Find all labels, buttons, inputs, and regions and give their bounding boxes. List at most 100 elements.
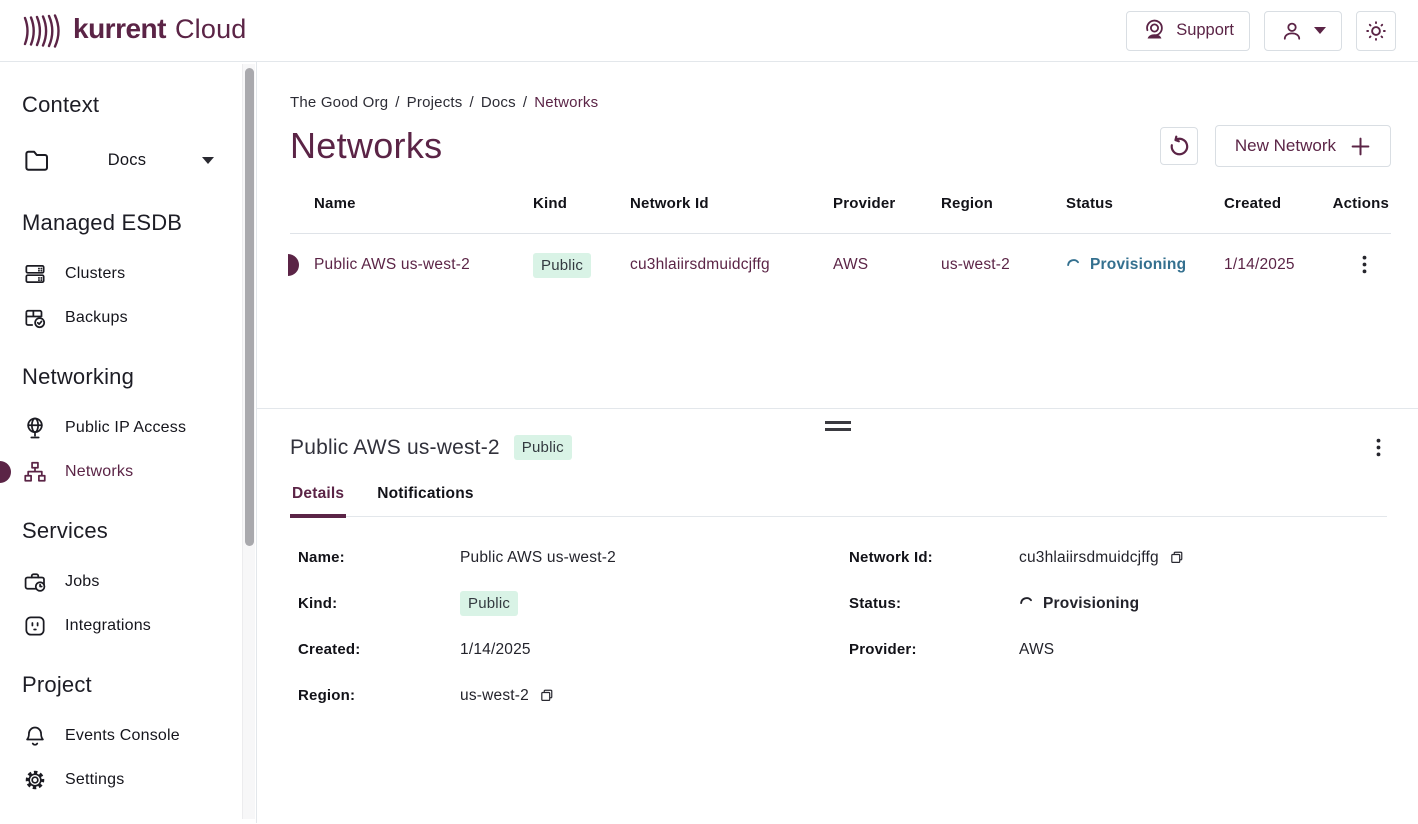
topbar-actions: Support [1126,11,1396,51]
folder-icon [22,145,52,175]
support-icon [1142,19,1166,43]
sidebar-item-networks[interactable]: Networks [22,450,230,494]
page-title: Networks [290,125,442,167]
copy-icon [539,688,554,703]
breadcrumb-separator: / [395,94,399,111]
column-header-name: Name [314,195,533,212]
top-header: kurrent Cloud Support [0,0,1418,62]
field-value-created: 1/14/2025 [460,641,531,659]
sidebar-item-label: Backups [65,309,128,327]
gear-icon [22,767,48,793]
backups-icon [22,305,48,331]
field-label-region: Region: [298,687,460,704]
row-actions-menu-button[interactable] [1356,251,1373,278]
field-kind-badge: Public [460,591,518,616]
sidebar-scrollbar-track[interactable] [242,64,255,819]
breadcrumb-separator: / [469,94,473,111]
cell-network-id: cu3hlaiirsdmuidcjffg [630,256,833,274]
selected-row-indicator [288,254,299,276]
breadcrumb-org[interactable]: The Good Org [290,94,388,111]
detail-title: Public AWS us-west-2 [290,436,500,460]
field-label-provider: Provider: [849,641,1019,658]
sidebar-item-label: Integrations [65,617,151,635]
tab-notifications[interactable]: Notifications [375,485,475,516]
sidebar-item-label: Public IP Access [65,419,186,437]
active-item-indicator [0,461,11,483]
sidebar-item-backups[interactable]: Backups [22,296,230,340]
column-header-provider: Provider [833,195,941,212]
kind-badge: Public [533,253,591,278]
copy-region-button[interactable] [538,687,555,704]
breadcrumb-current: Networks [534,94,598,111]
field-label-created: Created: [298,641,460,658]
spinner-icon [1019,596,1034,611]
sidebar-item-label: Jobs [65,573,100,591]
detail-actions-menu-button[interactable] [1370,434,1387,461]
cell-created: 1/14/2025 [1224,256,1330,274]
copy-network-id-button[interactable] [1168,549,1185,566]
field-value-name: Public AWS us-west-2 [460,549,616,567]
status-label: Provisioning [1090,256,1186,274]
kurrent-cloud-logo[interactable]: kurrent Cloud [22,13,247,49]
refresh-icon [1167,135,1190,158]
plus-icon [1350,136,1371,157]
sidebar-item-events-console[interactable]: Events Console [22,714,230,758]
sidebar-item-integrations[interactable]: Integrations [22,604,230,648]
status-label: Provisioning [1043,595,1139,613]
breadcrumb-project-docs[interactable]: Docs [481,94,516,111]
new-network-button[interactable]: New Network [1215,125,1391,167]
sidebar-heading-managed-esdb: Managed ESDB [22,210,230,236]
user-icon [1280,19,1304,43]
sidebar-item-label: Events Console [65,727,180,745]
networks-table: Name Kind Network Id Provider Region Sta… [290,195,1391,296]
detail-kind-badge: Public [514,435,572,460]
support-button[interactable]: Support [1126,11,1250,51]
outlet-icon [22,613,48,639]
column-header-created: Created [1224,195,1330,212]
column-header-actions: Actions [1330,195,1391,212]
kurrent-logo-mark-icon [22,13,64,49]
sidebar-heading-project: Project [22,672,230,698]
kebab-menu-icon [1376,438,1381,457]
brand-suffix: Cloud [175,14,247,45]
detail-fields: Name: Public AWS us-west-2 Kind: Public … [290,545,1387,729]
column-header-status: Status [1066,195,1224,212]
networks-list-pane: The Good Org / Projects / Docs / Network… [257,62,1418,409]
pane-resize-handle[interactable] [825,421,851,435]
tab-notifications-label: Notifications [377,485,473,502]
context-selector[interactable]: Docs [22,134,230,186]
briefcase-clock-icon [22,569,48,595]
column-header-region: Region [941,195,1066,212]
kebab-menu-icon [1362,255,1367,274]
table-row-network[interactable]: Public AWS us-west-2 Public cu3hlaiirsdm… [290,234,1391,296]
cell-status: Provisioning [1066,256,1224,274]
sidebar-heading-context: Context [22,92,230,118]
chevron-down-icon [1314,27,1326,34]
sidebar-item-public-ip-access[interactable]: Public IP Access [22,406,230,450]
tab-details[interactable]: Details [290,485,346,516]
tab-details-label: Details [292,485,344,502]
field-value-region: us-west-2 [460,687,529,705]
breadcrumb: The Good Org / Projects / Docs / Network… [290,94,1391,111]
field-value-provider: AWS [1019,641,1054,659]
brand-name: kurrent [73,13,166,45]
bell-icon [22,723,48,749]
sidebar-item-jobs[interactable]: Jobs [22,560,230,604]
cell-provider: AWS [833,256,941,274]
theme-toggle-button[interactable] [1356,11,1396,51]
table-header-row: Name Kind Network Id Provider Region Sta… [290,195,1391,234]
cell-name: Public AWS us-west-2 [314,256,533,274]
field-value-status: Provisioning [1019,595,1139,613]
support-label: Support [1176,21,1234,40]
sidebar-item-clusters[interactable]: Clusters [22,252,230,296]
sidebar-scrollbar-thumb[interactable] [245,68,254,546]
context-selector-value: Docs [52,151,202,170]
sidebar-item-settings[interactable]: Settings [22,758,230,802]
breadcrumb-projects[interactable]: Projects [407,94,463,111]
field-label-name: Name: [298,549,460,566]
refresh-button[interactable] [1160,127,1198,165]
copy-icon [1169,550,1184,565]
sidebar-heading-networking: Networking [22,364,230,390]
user-menu-button[interactable] [1264,11,1342,51]
sidebar-item-label: Settings [65,771,124,789]
